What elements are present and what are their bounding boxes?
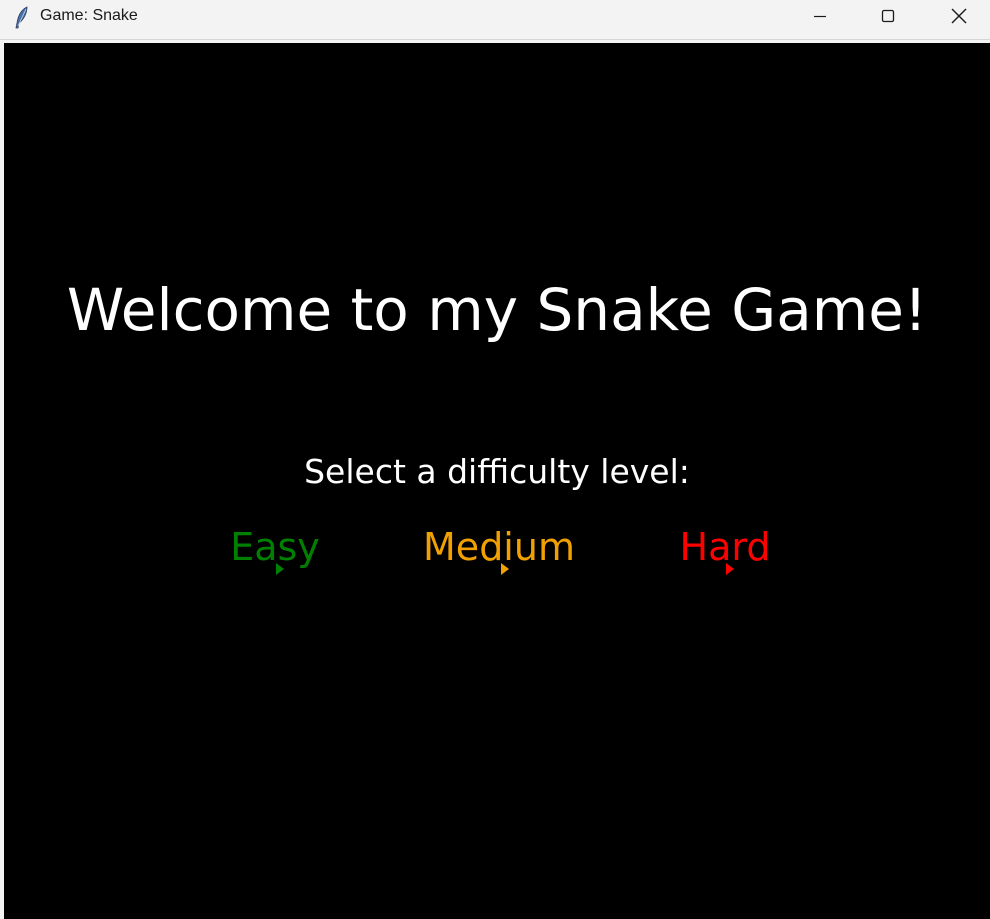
maximize-button[interactable] [865, 0, 911, 32]
app-window: Game: Snake Welcome to my Snake Game! Se… [0, 0, 990, 919]
title-bar[interactable]: Game: Snake [0, 0, 990, 40]
minimize-icon [814, 15, 826, 18]
maximize-icon [881, 9, 895, 23]
close-button[interactable] [936, 0, 982, 32]
hard-pointer-icon [726, 563, 734, 575]
difficulty-easy-button[interactable]: Easy [230, 523, 365, 573]
difficulty-hard-label: Hard [679, 525, 771, 569]
difficulty-medium-label: Medium [423, 525, 575, 569]
close-icon [951, 8, 967, 24]
welcome-title: Welcome to my Snake Game! [66, 276, 928, 344]
difficulty-easy-label: Easy [230, 525, 320, 569]
difficulty-hard-button[interactable]: Hard [680, 523, 816, 573]
window-title: Game: Snake [40, 7, 138, 24]
difficulty-medium-button[interactable]: Medium [423, 523, 651, 573]
feather-icon [12, 6, 32, 30]
medium-pointer-icon [501, 563, 509, 575]
difficulty-prompt: Select a difficulty level: [304, 452, 690, 491]
game-canvas[interactable]: Welcome to my Snake Game! Select a diffi… [4, 43, 990, 919]
minimize-button[interactable] [797, 0, 843, 32]
easy-pointer-icon [276, 563, 284, 575]
